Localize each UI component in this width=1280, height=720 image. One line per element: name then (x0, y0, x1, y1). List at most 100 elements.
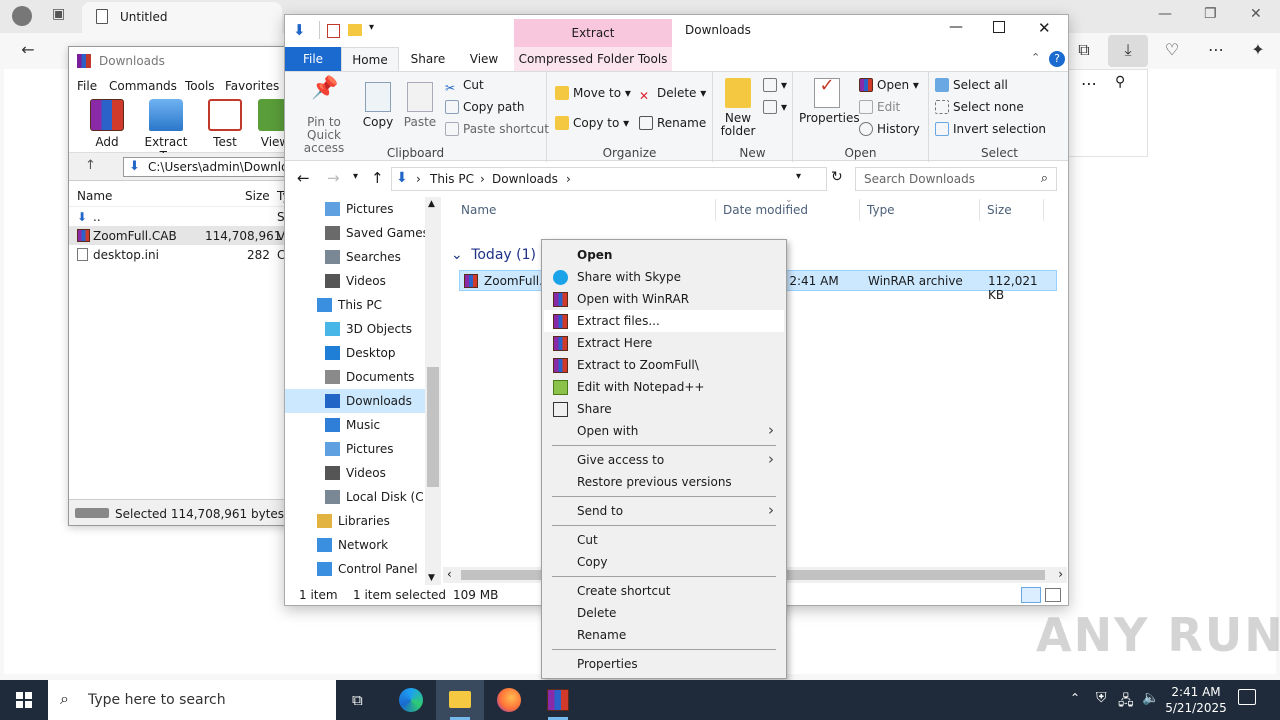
tab-actions-icon[interactable]: ▣ (52, 6, 65, 22)
menu-item-edit-with-notepad[interactable]: Edit with Notepad++ (544, 376, 784, 398)
winrar-taskbar-button[interactable] (534, 680, 582, 720)
winrar-col-size[interactable]: Size (245, 189, 270, 203)
new-folder-button[interactable]: New folder (717, 78, 759, 138)
nav-item-music[interactable]: Music (285, 413, 425, 437)
paste-shortcut-button[interactable]: Paste shortcut (445, 122, 549, 136)
explorer-taskbar-button[interactable] (436, 680, 484, 720)
task-view-button[interactable]: ⧉ (336, 680, 384, 720)
copy-button[interactable]: Copy (361, 82, 395, 129)
nav-item-saved-games[interactable]: Saved Games (285, 221, 429, 245)
volume-icon[interactable]: 🔈 (1142, 690, 1159, 706)
invert-selection-button[interactable]: Invert selection (935, 122, 1046, 136)
menu-item-cut[interactable]: Cut (544, 529, 784, 551)
breadcrumb-this-pc[interactable]: This PC (430, 172, 474, 186)
menu-item-open-with[interactable]: Open with › (544, 420, 784, 442)
explorer-minimize-icon[interactable]: — (949, 19, 963, 35)
nav-item-control-panel[interactable]: Control Panel (285, 557, 425, 581)
col-type[interactable]: Type (867, 203, 895, 217)
menu-item-extract-here[interactable]: Extract Here (544, 332, 784, 354)
details-view-icon[interactable] (1021, 587, 1041, 603)
new-item-button[interactable]: ▾ (763, 78, 787, 92)
taskbar-search-input[interactable]: Type here to search (88, 692, 226, 708)
performance-icon[interactable]: ♡ (1158, 40, 1186, 59)
menu-item-send-to[interactable]: Send to › (544, 500, 784, 522)
search-input[interactable]: Search Downloads (864, 172, 975, 186)
col-size[interactable]: Size (987, 203, 1012, 217)
search-icon[interactable]: ⌕ (1041, 171, 1048, 186)
explorer-maximize-icon[interactable] (993, 21, 1005, 33)
flyout-more-icon[interactable]: ⋯ (1081, 74, 1097, 93)
properties-button[interactable]: ✓ Properties (799, 77, 860, 125)
copy-path-button[interactable]: Copy path (445, 100, 525, 114)
browser-tab[interactable]: Untitled (82, 2, 282, 33)
browser-close-icon[interactable]: ✕ (1250, 6, 1262, 22)
notifications-icon[interactable] (1238, 689, 1256, 705)
rename-button[interactable]: Rename (639, 116, 706, 130)
select-none-button[interactable]: Select none (935, 100, 1024, 114)
pin-icon[interactable]: ⚲ (1115, 74, 1125, 90)
up-arrow-icon[interactable]: ↑ (85, 158, 96, 173)
tab-share[interactable]: Share (403, 47, 453, 71)
col-name[interactable]: Name (461, 203, 496, 217)
address-dropdown-icon[interactable]: ▾ (796, 171, 801, 182)
scroll-left-icon[interactable]: ‹ (447, 567, 452, 581)
browser-restore-icon[interactable]: ❐ (1204, 6, 1217, 22)
start-button[interactable] (0, 680, 48, 720)
browser-minimize-icon[interactable]: — (1158, 6, 1172, 22)
nav-item-downloads[interactable]: Downloads (285, 389, 425, 413)
move-to-button[interactable]: Move to ▾ (555, 86, 631, 100)
nav-item-videos[interactable]: Videos (285, 461, 425, 485)
security-icon[interactable]: ⛨ (1096, 690, 1107, 706)
menu-item-delete[interactable]: Delete (544, 602, 784, 624)
nav-item-this-pc[interactable]: This PC (285, 293, 425, 317)
browser-back-icon[interactable]: ← (14, 40, 42, 59)
menu-item-properties[interactable]: Properties (544, 653, 784, 675)
firefox-taskbar-button[interactable] (484, 680, 532, 720)
easy-access-button[interactable]: ▾ (763, 100, 787, 114)
tab-home[interactable]: Home (341, 47, 399, 71)
nav-item-desktop[interactable]: Desktop (285, 341, 425, 365)
winrar-menu-tools[interactable]: Tools (185, 79, 215, 93)
tab-file[interactable]: File (285, 47, 341, 71)
winrar-row-parent[interactable]: ⬇ .. S (69, 207, 297, 226)
nav-item-searches[interactable]: Searches (285, 245, 425, 269)
properties-qat-icon[interactable] (327, 24, 340, 38)
collections-icon[interactable]: ⧉ (1070, 40, 1098, 60)
copy-to-button[interactable]: Copy to ▾ (555, 116, 629, 130)
menu-item-share[interactable]: Share (544, 398, 784, 420)
profile-avatar[interactable] (12, 6, 32, 26)
recent-locations-icon[interactable]: ▾ (353, 171, 358, 182)
collapse-ribbon-icon[interactable]: ⌃ (1031, 51, 1040, 64)
help-icon[interactable]: ? (1049, 51, 1065, 67)
menu-item-copy[interactable]: Copy (544, 551, 784, 573)
nav-item-videos[interactable]: Videos (285, 269, 425, 293)
taskbar-clock[interactable]: 2:41 AM 5/21/2025 (1160, 684, 1232, 716)
menu-item-extract-to-zoomfull[interactable]: Extract to ZoomFull\ (544, 354, 784, 376)
nav-item-pictures[interactable]: Pictures (285, 197, 425, 221)
menu-item-create-shortcut[interactable]: Create shortcut (544, 580, 784, 602)
nav-item-libraries[interactable]: Libraries (285, 509, 425, 533)
group-header-today[interactable]: ⌄ Today (1) (451, 247, 536, 263)
winrar-test-button[interactable]: Test (205, 99, 245, 149)
menu-item-share-with-skype[interactable]: Share with Skype (544, 266, 784, 288)
copilot-icon[interactable]: ✦ (1244, 40, 1272, 59)
menu-item-extract-files[interactable]: Extract files... (544, 310, 784, 332)
nav-item-network[interactable]: Network (285, 533, 425, 557)
open-button[interactable]: Open ▾ (859, 78, 919, 92)
refresh-icon[interactable]: ↻ (831, 169, 843, 185)
winrar-menu-commands[interactable]: Commands (109, 79, 177, 93)
menu-item-open[interactable]: Open (544, 244, 784, 266)
network-icon[interactable]: 🖧 (1118, 690, 1134, 714)
nav-item-pictures[interactable]: Pictures (285, 437, 425, 461)
tab-view[interactable]: View (461, 47, 507, 71)
forward-arrow-icon[interactable]: → (327, 169, 340, 187)
more-menu-icon[interactable]: ⋯ (1202, 40, 1230, 59)
history-button[interactable]: History (859, 122, 920, 136)
back-arrow-icon[interactable]: ← (297, 169, 310, 187)
up-level-icon[interactable]: ↑ (371, 169, 384, 187)
tab-compressed-folder-tools[interactable]: Compressed Folder Tools (514, 47, 672, 71)
scroll-right-icon[interactable]: › (1058, 567, 1063, 581)
winrar-menu-file[interactable]: File (77, 79, 97, 93)
paste-button[interactable]: Paste (403, 82, 437, 129)
qat-dropdown-icon[interactable]: ▾ (369, 22, 374, 33)
